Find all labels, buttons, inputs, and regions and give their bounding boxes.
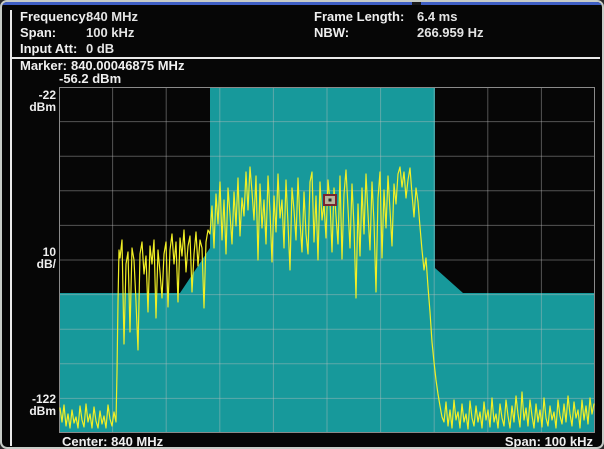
top-strip-notch (412, 2, 421, 5)
frequency-value: 840 MHz (86, 9, 138, 25)
frequency-label: Frequency: (20, 9, 86, 25)
left-divider-line (10, 10, 12, 446)
nbw-row: NBW: 266.959 Hz (314, 25, 599, 41)
frame-length-value: 6.4 ms (417, 9, 457, 25)
spectrum-analyzer-screen: Frequency: 840 MHz Span: 100 kHz Input A… (0, 0, 604, 449)
span-value: 100 kHz (86, 25, 134, 41)
yaxis-bottom-level: -122 dBm (12, 393, 56, 417)
yaxis-bottom-level-unit: dBm (12, 405, 56, 417)
header-left-column: Frequency: 840 MHz Span: 100 kHz Input A… (20, 9, 300, 57)
marker-readout: Marker: 840.00046875 MHz -56.2 dBm (20, 59, 184, 85)
frame-length-row: Frame Length: 6.4 ms (314, 9, 599, 25)
footer-center-frequency: Center: 840 MHz (62, 434, 163, 449)
top-accent-strip (2, 2, 602, 5)
spectrum-plot (59, 87, 595, 433)
footer-span: Span: 100 kHz (505, 434, 593, 449)
yaxis-ref-level-unit: dBm (12, 101, 56, 113)
nbw-value: 266.959 Hz (417, 25, 484, 41)
input-att-value: 0 dB (86, 41, 114, 57)
frequency-row: Frequency: 840 MHz (20, 9, 300, 25)
span-label: Span: (20, 25, 86, 41)
yaxis-scale-unit: dB/ (12, 258, 56, 270)
header-right-column: Frame Length: 6.4 ms NBW: 266.959 Hz (314, 9, 599, 41)
nbw-label: NBW: (314, 25, 417, 41)
input-att-label: Input Att: (20, 41, 86, 57)
input-att-row: Input Att: 0 dB (20, 41, 300, 57)
marker-amplitude-value: -56.2 dBm (59, 72, 184, 85)
span-row: Span: 100 kHz (20, 25, 300, 41)
yaxis-ref-level: -22 dBm (12, 89, 56, 113)
frame-length-label: Frame Length: (314, 9, 417, 25)
yaxis-scale: 10 dB/ (12, 246, 56, 270)
marker-indicator-dot (329, 199, 332, 202)
